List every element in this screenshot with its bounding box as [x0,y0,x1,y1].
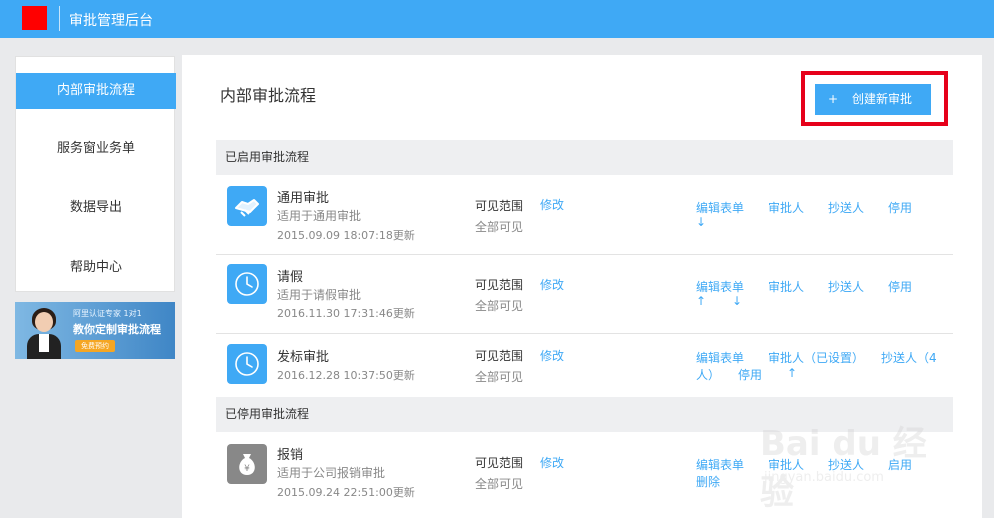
cc-link[interactable]: 抄送人 [828,199,864,216]
edit-form-link[interactable]: 编辑表单 [696,349,744,366]
flow-name: 报销 [277,448,304,463]
app-title: 审批管理后台 [69,13,153,29]
flow-updated: 2015.09.09 18:07:18更新 [277,229,415,242]
sidebar-item-service-window[interactable]: 服务窗业务单 [16,131,176,167]
edit-form-link[interactable]: 编辑表单 [696,278,744,295]
flow-updated: 2016.12.28 10:37:50更新 [277,369,415,382]
top-bar: 审批管理后台 [0,0,994,38]
modify-visibility-link[interactable]: 修改 [540,276,564,293]
baidu-watermark: Bai du 经验 jingyan.baidu.com [760,408,950,513]
svg-text:¥: ¥ [244,464,250,474]
visibility-label: 可见范围 [475,456,524,470]
modify-visibility-link[interactable]: 修改 [540,196,564,213]
page-title: 内部审批流程 [220,86,317,105]
watermark-text: Bai du 经验 [760,424,927,513]
edit-form-link[interactable]: 编辑表单 [696,199,744,216]
delete-link[interactable]: 删除 [696,473,720,490]
disable-link[interactable]: 停用 [888,199,912,216]
visibility-label: 可见范围 [475,199,524,213]
visibility-value: 全部可见 [475,299,524,313]
cc-link[interactable]: 抄送人 [828,278,864,295]
handshake-icon [227,186,267,226]
row-divider [216,333,953,334]
logo[interactable] [22,6,47,30]
sidebar-item-internal-approval[interactable]: 内部审批流程 [16,73,176,109]
flow-name: 通用审批 [277,191,330,206]
flow-desc: 适用于公司报销审批 [277,466,386,480]
banner-book-button[interactable]: 免费预约 [75,340,115,352]
row-divider [216,254,953,255]
consultant-avatar [23,306,67,359]
banner-title: 教你定制审批流程 [73,323,161,336]
move-down-icon[interactable]: ↓ [732,294,742,308]
clock-icon [227,344,267,384]
visibility-value: 全部可见 [475,477,524,491]
approver-link[interactable]: 审批人 [768,199,804,216]
modify-visibility-link[interactable]: 修改 [540,347,564,364]
edit-form-link[interactable]: 编辑表单 [696,456,744,473]
enabled-section-header: 已启用审批流程 [216,140,953,175]
disable-link[interactable]: 停用 [888,278,912,295]
visibility-label: 可见范围 [475,349,524,363]
banner-subtitle: 阿里认证专家 1对1 [73,309,142,318]
flow-name: 请假 [277,270,304,285]
sidebar: 内部审批流程 服务窗业务单 数据导出 帮助中心 [15,56,176,292]
flow-desc: 适用于通用审批 [277,209,362,223]
flow-name: 发标审批 [277,350,330,365]
cc-link[interactable]: 抄送人（4 [881,349,937,366]
create-approval-label: 创建新审批 [852,92,913,106]
flow-updated: 2015.09.24 22:51:00更新 [277,486,415,499]
approver-link[interactable]: 审批人（已设置） [768,349,864,366]
move-up-icon[interactable]: ↑ [787,366,797,380]
plus-icon: + [828,92,839,106]
sidebar-item-help-center[interactable]: 帮助中心 [16,250,176,286]
sidebar-item-data-export[interactable]: 数据导出 [16,190,176,226]
visibility-label: 可见范围 [475,278,524,292]
clock-icon [227,264,267,304]
disable-link[interactable]: 停用 [738,366,762,383]
money-bag-icon: ¥ [227,444,267,484]
promo-banner[interactable]: 阿里认证专家 1对1 教你定制审批流程 免费预约 [15,302,175,359]
approver-link[interactable]: 审批人 [768,278,804,295]
flow-updated: 2016.11.30 17:31:46更新 [277,307,415,320]
visibility-value: 全部可见 [475,370,524,384]
watermark-url: jingyan.baidu.com [764,470,884,485]
flow-desc: 适用于请假审批 [277,288,362,302]
cc-link-continued[interactable]: 人） [696,366,720,383]
create-approval-button[interactable]: + 创建新审批 [815,84,931,115]
move-down-icon[interactable]: ↓ [696,215,706,229]
move-up-icon[interactable]: ↑ [696,294,706,308]
visibility-value: 全部可见 [475,220,524,234]
modify-visibility-link[interactable]: 修改 [540,454,564,471]
topbar-divider [59,6,60,31]
